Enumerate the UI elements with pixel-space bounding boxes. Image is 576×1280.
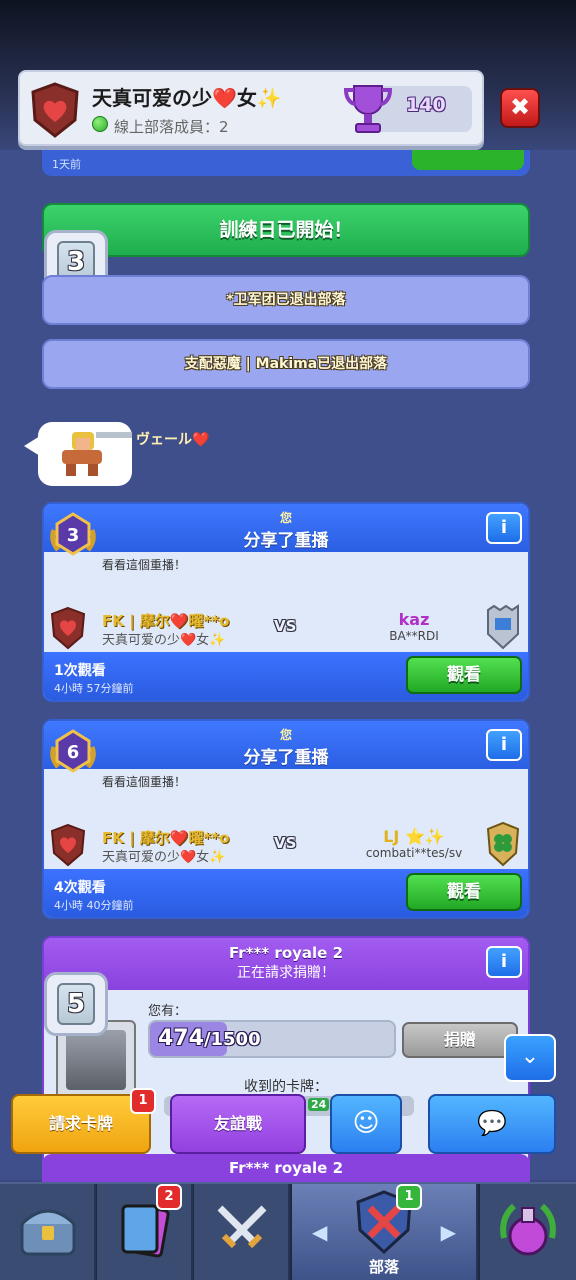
elixir-laurel-icon (500, 1203, 556, 1256)
replay-time: 4小時 57分鐘前 (54, 682, 134, 695)
close-button[interactable]: ✖ (500, 88, 540, 128)
online-members: 線上部落成員：2 (114, 118, 229, 136)
next-donation-card: Fr*** royale 2 (42, 1154, 530, 1184)
donation-subtitle: 正在請求捐贈！ (237, 965, 335, 981)
watch-button[interactable]: 觀看 (406, 873, 522, 911)
nav-battle[interactable] (194, 1184, 290, 1280)
replay-info-button[interactable]: i (486, 729, 522, 761)
player-name: FK | 摩尔❤️曜**o (102, 829, 230, 847)
donation-level-card: 5 (44, 972, 108, 1036)
watch-button[interactable]: 觀看 (406, 656, 522, 694)
chat-button[interactable]: 💬 (428, 1094, 556, 1154)
card-progress-text: 474/1500 (158, 1026, 261, 1051)
previous-message: 1天前 (42, 150, 530, 176)
emote-icon: ☺ (352, 1108, 380, 1138)
level-badge-icon: 3 (50, 512, 96, 556)
training-day-banner: 訓練日已開始！ (42, 203, 530, 257)
donation-info-button[interactable]: i (486, 946, 522, 978)
member-left-banner-1: *卫军团已退出部落 (42, 275, 530, 325)
donation-level: 5 (57, 983, 95, 1025)
replay-footer: 1次觀看 4小時 57分鐘前 觀看 (44, 652, 528, 700)
scroll-down-button[interactable]: ⌄ (504, 1034, 556, 1082)
online-status-icon (92, 116, 108, 132)
emote-button[interactable]: ☺ (330, 1094, 402, 1154)
replay-shared-label: 分享了重播 (243, 748, 329, 768)
opponent-name: LJ ⭐✨ (383, 827, 445, 846)
chat-username: ヴェール❤️ (136, 432, 210, 448)
message-time: 1天前 (52, 158, 81, 171)
member-left-text-1: *卫军团已退出部落 (226, 292, 346, 308)
view-count: 1次觀看 (54, 663, 106, 679)
view-count: 4次觀看 (54, 880, 106, 896)
replay-author: 您 (279, 728, 292, 742)
replay-prompt: 看看這個重播！ (102, 558, 187, 572)
clan-header: 天真可爱の少❤️女✨ 線上部落成員：2 140 (18, 70, 484, 146)
next-requester-name: Fr*** royale 2 (228, 1159, 344, 1177)
chat-icon: 💬 (477, 1109, 507, 1137)
training-day-text: 訓練日已開始！ (219, 219, 353, 241)
opponent-clan: BA**RDI (389, 629, 439, 643)
nav-left-arrow-icon[interactable]: ◀ (312, 1220, 327, 1244)
clan-name: 天真可爱の少❤️女✨ (92, 86, 282, 110)
shop-chest-icon (20, 1209, 76, 1256)
versus-label: VS (274, 617, 297, 635)
player-clan: 天真可爱の少❤️女✨ (102, 850, 226, 865)
card-progress-bar: 474/1500 (148, 1020, 396, 1058)
player-clan: 天真可爱の少❤️女✨ (102, 633, 226, 648)
replay-time: 4小時 40分鐘前 (54, 899, 134, 912)
barbarian-emote-icon (62, 432, 132, 476)
opponent-clan-badge-icon (486, 821, 520, 867)
opponent-name: kaz (398, 610, 430, 629)
opponent-clan-badge-icon (487, 604, 519, 650)
bottom-nav: 2 ◀ ▶ 部落 1 (0, 1182, 576, 1280)
replay-card: 您 分享了重播 3 i 看看這個重播！ FK | 摩尔❤️曜**o 天真可爱の少… (42, 502, 530, 702)
clan-tab-label: 部落 (368, 1258, 399, 1276)
opponent-clan: combati**tes/sv (365, 846, 463, 860)
member-left-text-2: 支配惡魔 | Makima已退出部落 (184, 356, 388, 372)
received-count: 24 (308, 1098, 330, 1111)
request-cards-label: 請求卡牌 (48, 1114, 113, 1133)
replay-author: 您 (279, 511, 292, 525)
replay-prompt: 看看這個重播！ (102, 775, 187, 789)
replay-shared-label: 分享了重播 (243, 531, 329, 551)
replay-card: 您 分享了重播 6 i 看看這個重播！ FK | 摩尔❤️曜**o 天真可爱の少… (42, 719, 530, 919)
requester-name: Fr*** royale 2 (228, 944, 344, 962)
crossed-swords-icon (217, 1205, 267, 1249)
nav-events[interactable] (480, 1184, 576, 1280)
you-have-label: 您有： (148, 1004, 188, 1019)
replay-footer: 4次觀看 4小時 40分鐘前 觀看 (44, 869, 528, 917)
replay-info-button[interactable]: i (486, 512, 522, 544)
member-left-banner-2: 支配惡魔 | Makima已退出部落 (42, 339, 530, 389)
player-name: FK | 摩尔❤️曜**o (102, 612, 230, 630)
previous-watch-button[interactable] (412, 150, 524, 170)
player-clan-badge-icon (50, 823, 86, 867)
emote-bubble (24, 422, 132, 486)
replay-header: 您 分享了重播 (44, 504, 528, 552)
player-clan-badge-icon (50, 606, 86, 650)
friendly-battle-label: 友誼戰 (213, 1114, 262, 1133)
level-badge-icon: 6 (50, 729, 96, 773)
request-notification-badge: 1 (130, 1088, 156, 1114)
nav-clan[interactable]: ◀ ▶ 部落 (292, 1184, 478, 1280)
clan-badge-icon (31, 82, 79, 138)
friendly-battle-button[interactable]: 友誼戰 (170, 1094, 306, 1154)
nav-right-arrow-icon[interactable]: ▶ (441, 1220, 456, 1244)
cards-notification-badge: 2 (156, 1184, 182, 1210)
received-cards-label: 收到的卡牌： (244, 1079, 328, 1095)
donate-button[interactable]: 捐贈 (402, 1022, 518, 1058)
trophy-icon (344, 85, 392, 133)
replay-header: 您 分享了重播 (44, 721, 528, 769)
clan-trophies: 140 (406, 94, 446, 116)
versus-label: VS (274, 834, 297, 852)
clan-notification-badge: 1 (396, 1184, 422, 1210)
nav-shop[interactable] (0, 1184, 96, 1280)
level-number: 6 (67, 742, 80, 763)
level-number: 3 (67, 525, 80, 546)
donation-header: Fr*** royale 2 正在請求捐贈！ (44, 938, 528, 990)
